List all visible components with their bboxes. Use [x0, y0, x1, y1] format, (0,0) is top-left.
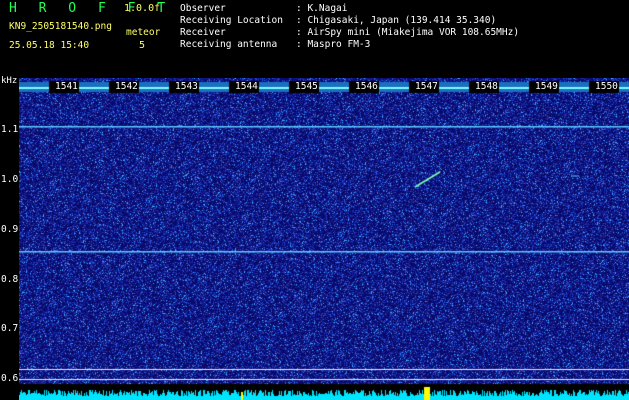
minute-mark-1546: 1546 [355, 81, 378, 92]
tick-0.8: 0.8 [1, 274, 19, 285]
minute-mark-1543: 1543 [175, 81, 198, 92]
minute-mark-1544: 1544 [235, 81, 258, 92]
minute-mark-1547: 1547 [415, 81, 438, 92]
observer-value: : K.Nagai [296, 3, 348, 14]
capture-datetime: 25.05.18 15:40 [9, 40, 90, 51]
observer-label: Observer [180, 3, 226, 14]
minute-mark-1550: 1550 [595, 81, 618, 92]
location-label: Receiving Location [180, 15, 283, 26]
minute-mark-1545: 1545 [295, 81, 318, 92]
axis-unit-label: kHz [1, 76, 18, 86]
tick-0.6: 0.6 [1, 373, 19, 384]
antenna-value: : Maspro FM-3 [296, 39, 371, 50]
minute-mark-1541: 1541 [55, 81, 78, 92]
tick-1.1: 1.1 [1, 124, 19, 135]
antenna-label: Receiving antenna [180, 39, 278, 50]
spectrogram-canvas [19, 78, 629, 400]
minute-mark-1548: 1548 [475, 81, 498, 92]
tick-0.7: 0.7 [1, 323, 19, 334]
file-name: KN9_2505181540.png [9, 21, 112, 32]
tick-0.9: 0.9 [1, 224, 19, 235]
receiver-value: : AirSpy mini (Miakejima VOR 108.65MHz) [296, 27, 520, 38]
header-panel: H R O F F T 1.0.0f KN9_2505181540.png me… [0, 0, 629, 78]
meteor-count: 5 [139, 40, 146, 51]
receiver-label: Receiver [180, 27, 226, 38]
location-value: : Chigasaki, Japan (139.414 35.340) [296, 15, 497, 26]
meteor-label: meteor [126, 27, 161, 38]
app-version: 1.0.0f [124, 3, 161, 14]
minute-mark-1542: 1542 [115, 81, 138, 92]
tick-1.0: 1.0 [1, 174, 19, 185]
minute-mark-1549: 1549 [535, 81, 558, 92]
